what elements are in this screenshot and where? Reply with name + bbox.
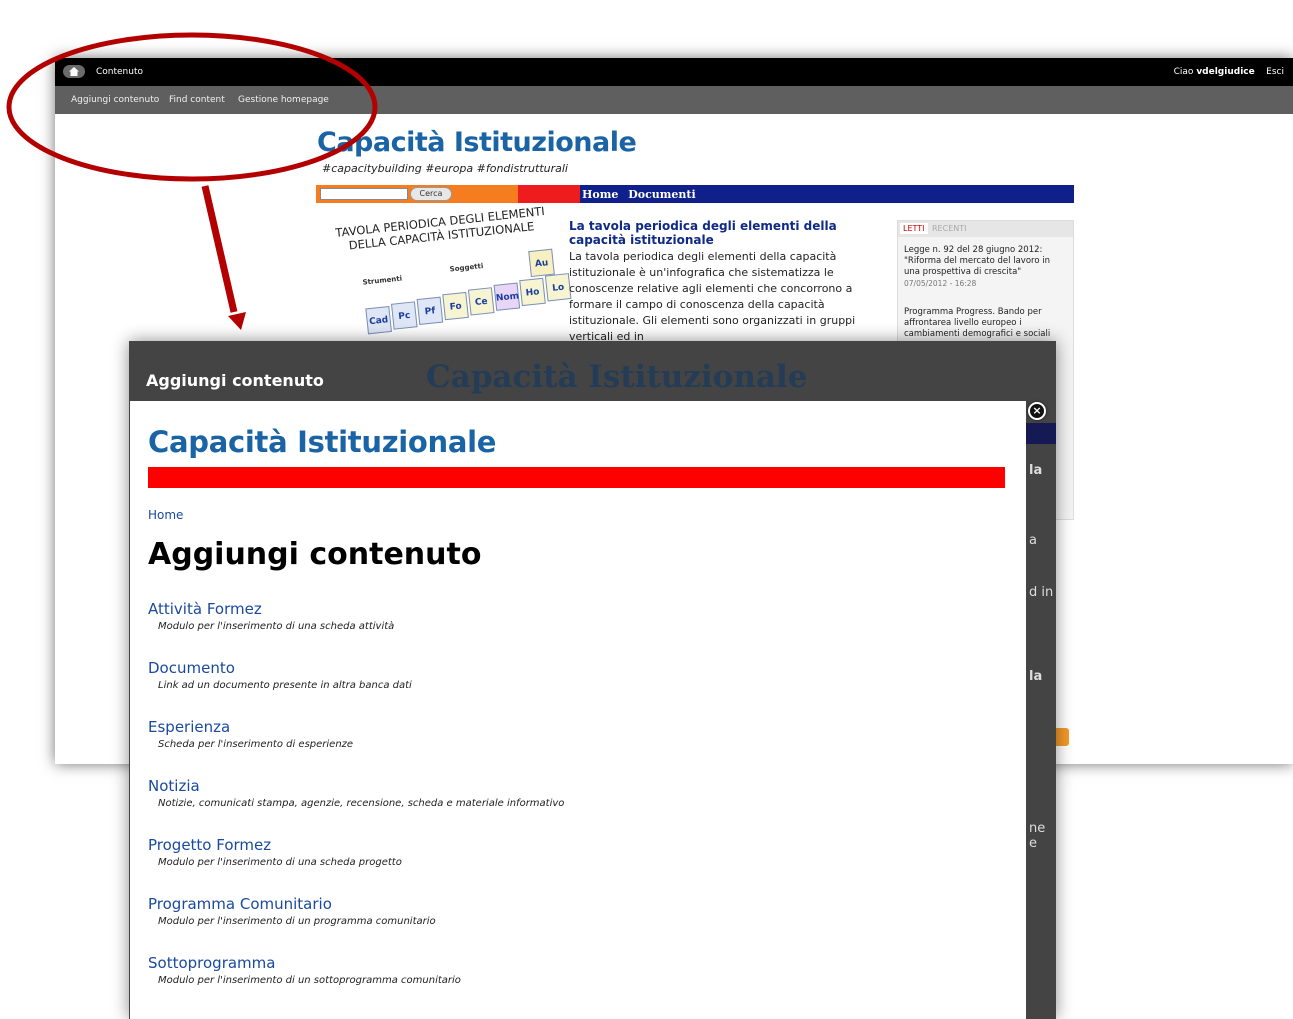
site-tags: #capacitybuilding #europa #fondistruttur… [322, 162, 568, 175]
infographic-cells: Strumenti Soggetti Cad Pc Pf Fo Ce Nom H… [313, 248, 572, 348]
content-type-item: Progetto Formez Modulo per l'inserimento… [148, 836, 1008, 895]
tab-recenti[interactable]: RECENTI [932, 224, 966, 233]
infographic-group-strumenti: Strumenti [362, 274, 403, 287]
content-type-link-programma-comunitario[interactable]: Programma Comunitario [148, 895, 1008, 913]
content-type-link-notizia[interactable]: Notizia [148, 777, 1008, 795]
content-type-description: Modulo per l'inserimento di una scheda a… [158, 621, 395, 632]
sidebar-item-text[interactable]: Legge n. 92 del 28 giugno 2012: "Riforma… [904, 245, 1064, 278]
content-type-item: Esperienza Scheda per l'inserimento di e… [148, 718, 1008, 777]
nav-home[interactable]: Home [582, 188, 618, 201]
article-title[interactable]: La tavola periodica degli elementi della… [569, 219, 869, 247]
modal-red-bar [148, 467, 1005, 488]
tab-letti[interactable]: LETTI [900, 223, 928, 234]
infographic-cell: Pc [390, 301, 418, 330]
modal-body: Capacità Istituzionale Home Aggiungi con… [130, 401, 1026, 1019]
content-type-description: Modulo per l'inserimento di un sottoprog… [158, 975, 461, 986]
article-body: La tavola periodica degli elementi della… [569, 250, 856, 343]
content-type-description: Scheda per l'inserimento di esperienze [158, 739, 354, 750]
content-type-description: Modulo per l'inserimento di un programma… [158, 916, 436, 927]
logout-link[interactable]: Esci [1266, 67, 1284, 77]
infographic-cell: Cad [365, 306, 392, 335]
content-type-description: Notizie, comunicati stampa, agenzie, rec… [158, 798, 565, 809]
infographic-cell: Fo [442, 291, 469, 321]
content-type-item: Sottoprogramma Modulo per l'inserimento … [148, 954, 1008, 1013]
content-type-link-sottoprogramma[interactable]: Sottoprogramma [148, 954, 1008, 972]
nav-links: Home Documenti [582, 188, 702, 201]
backdrop-fragment: ne e [1029, 821, 1046, 851]
page-title: Aggiungi contenuto [148, 537, 482, 572]
username[interactable]: vdelgiudice [1196, 67, 1254, 77]
infographic-cell: Lo [544, 273, 572, 302]
backdrop-fragment: la [1029, 669, 1043, 684]
content-type-item: Notizia Notizie, comunicati stampa, agen… [148, 777, 1008, 836]
sidebar-item[interactable]: Legge n. 92 del 28 giugno 2012: "Riforma… [904, 245, 1064, 289]
shortcut-gestione-homepage[interactable]: Gestione homepage [238, 95, 329, 105]
site-title[interactable]: Capacità Istituzionale [317, 127, 637, 158]
add-content-modal: Capacità Istituzionale Aggiungi contenut… [129, 341, 1056, 1019]
search-button[interactable]: Cerca [410, 187, 452, 201]
content-type-list: Attività Formez Modulo per l'inserimento… [148, 600, 1008, 1013]
infographic-group-soggetti: Soggetti [449, 261, 484, 274]
infographic-cell: Nom [493, 282, 521, 311]
content-type-item: Programma Comunitario Modulo per l'inser… [148, 895, 1008, 954]
infographic-title: TAVOLA PERIODICA DEGLI ELEMENTI DELLA CA… [334, 203, 546, 253]
modal-title: Aggiungi contenuto [146, 371, 324, 390]
greeting-text: Ciao [1173, 67, 1194, 77]
sidebar-item-text[interactable]: Programma Progress. Bando per affrontare… [904, 307, 1064, 340]
modal-site-title[interactable]: Capacità Istituzionale [148, 425, 496, 459]
content-type-link-attivita-formez[interactable]: Attività Formez [148, 600, 1008, 618]
shortcut-aggiungi-contenuto[interactable]: Aggiungi contenuto [71, 95, 159, 105]
admin-shortcuts-bar: Aggiungi contenuto Find content Gestione… [55, 86, 1293, 114]
search-area: Cerca [316, 185, 518, 203]
modal-backdrop-bar [1025, 423, 1056, 444]
home-icon[interactable] [63, 65, 85, 78]
content-type-link-esperienza[interactable]: Esperienza [148, 718, 1008, 736]
content-type-link-progetto-formez[interactable]: Progetto Formez [148, 836, 1008, 854]
infographic-cell: Au [528, 248, 555, 278]
content-type-item: Attività Formez Modulo per l'inserimento… [148, 600, 1008, 659]
content-type-item: Documento Link ad un documento presente … [148, 659, 1008, 718]
search-input[interactable] [320, 188, 408, 200]
sidebar-item[interactable]: Programma Progress. Bando per affrontare… [904, 307, 1064, 340]
shortcut-find-content[interactable]: Find content [169, 95, 225, 105]
modal-backdrop-title: Capacità Istituzionale [426, 359, 808, 395]
admin-toolbar: Contenuto Ciao vdelgiudice Esci [55, 58, 1293, 86]
nav-red-block [518, 185, 580, 203]
backdrop-fragment: la [1029, 463, 1043, 478]
infographic-cell: Pf [416, 296, 444, 325]
toolbar-contenuto-link[interactable]: Contenuto [96, 67, 143, 77]
periodic-table-infographic[interactable]: TAVOLA PERIODICA DEGLI ELEMENTI DELLA CA… [313, 204, 572, 348]
content-type-link-documento[interactable]: Documento [148, 659, 1008, 677]
sidebar-item-date: 07/05/2012 - 16:28 [904, 279, 977, 288]
nav-documenti[interactable]: Documenti [628, 188, 695, 201]
breadcrumb-home[interactable]: Home [148, 508, 183, 522]
main-navbar: Cerca Home Documenti [316, 185, 1074, 203]
infographic-cell: Ho [519, 277, 546, 307]
backdrop-fragment: d in [1029, 585, 1054, 600]
content-type-description: Link ad un documento presente in altra b… [158, 680, 412, 691]
sidebar-tabs: LETTI RECENTI [898, 221, 1073, 237]
backdrop-fragment: a [1029, 533, 1037, 548]
content-type-description: Modulo per l'inserimento di una scheda p… [158, 857, 402, 868]
toolbar-user: Ciao vdelgiudice Esci [1174, 67, 1284, 77]
close-icon[interactable]: × [1028, 402, 1046, 420]
infographic-cell: Ce [467, 287, 495, 316]
